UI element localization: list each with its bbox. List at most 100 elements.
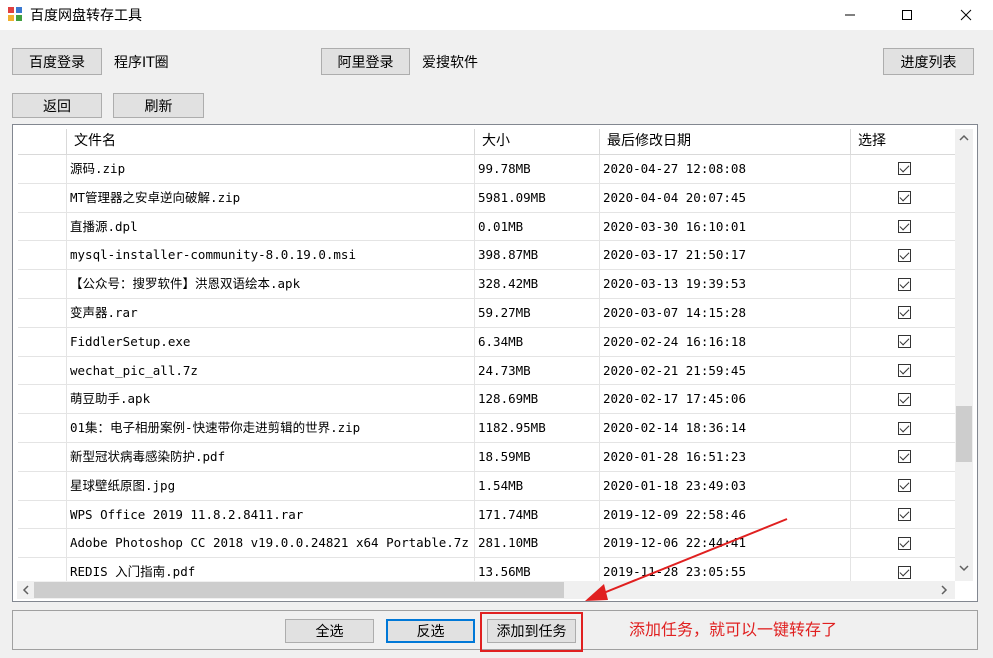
size-cell: 5981.09MB xyxy=(475,183,600,212)
column-header-date[interactable]: 最后修改日期 xyxy=(600,129,851,154)
size-cell: 281.10MB xyxy=(475,529,600,558)
scroll-down-icon[interactable] xyxy=(955,561,973,579)
row-header-cell[interactable] xyxy=(18,558,67,581)
row-header-cell[interactable] xyxy=(18,241,67,270)
date-cell: 2020-04-27 12:08:08 xyxy=(600,155,851,183)
checkbox-checked-icon[interactable] xyxy=(898,277,911,291)
size-cell: 13.56MB xyxy=(475,558,600,581)
size-cell: 328.42MB xyxy=(475,270,600,298)
checkbox-checked-icon[interactable] xyxy=(898,421,911,435)
select-cell xyxy=(851,270,955,298)
size-cell: 171.74MB xyxy=(475,500,600,529)
select-cell xyxy=(851,299,955,327)
select-cell xyxy=(851,241,955,269)
checkbox-checked-icon[interactable] xyxy=(898,392,911,406)
filename-cell: 【公众号：搜罗软件】洪恩双语绘本.apk xyxy=(67,270,475,298)
baidu-login-button[interactable]: 百度登录 xyxy=(12,48,102,75)
table-row[interactable]: mysql-installer-community-8.0.19.0.msi 39… xyxy=(18,241,955,271)
window-title: 百度网盘转存工具 xyxy=(30,8,142,24)
size-cell: 24.73MB xyxy=(475,356,600,385)
table-row[interactable]: 直播源.dpl 0.01MB 2020-03-30 16:10:01 xyxy=(18,212,955,242)
date-cell: 2020-02-17 17:45:06 xyxy=(600,385,851,414)
row-header-cell[interactable] xyxy=(18,327,67,356)
column-header-filename[interactable]: 文件名 xyxy=(67,129,475,154)
row-header-cell[interactable] xyxy=(18,270,67,298)
size-cell: 128.69MB xyxy=(475,385,600,414)
back-button[interactable]: 返回 xyxy=(12,93,102,118)
ali-login-button[interactable]: 阿里登录 xyxy=(321,48,410,75)
table-row[interactable]: Adobe Photoshop CC 2018 v19.0.0.24821 x6… xyxy=(18,529,955,559)
table-row[interactable]: 星球壁纸原图.jpg 1.54MB 2020-01-18 23:49:03 xyxy=(18,471,955,501)
table-row[interactable]: MT管理器之安卓逆向破解.zip 5981.09MB 2020-04-04 20:0… xyxy=(18,183,955,213)
filename-cell: 星球壁纸原图.jpg xyxy=(67,471,475,500)
checkbox-checked-icon[interactable] xyxy=(898,219,911,233)
table-row[interactable]: wechat_pic_all.7z 24.73MB 2020-02-21 21:59… xyxy=(18,356,955,386)
row-header-cell[interactable] xyxy=(18,500,67,529)
horizontal-scroll-thumb[interactable] xyxy=(34,582,564,598)
checkbox-checked-icon[interactable] xyxy=(898,191,911,205)
checkbox-checked-icon[interactable] xyxy=(898,306,911,320)
select-all-button[interactable]: 全选 xyxy=(285,619,374,643)
filename-cell: 01集：电子相册案例-快速带你走进剪辑的世界.zip xyxy=(67,414,475,442)
size-cell: 99.78MB xyxy=(475,155,600,183)
date-cell: 2020-04-04 20:07:45 xyxy=(600,183,851,212)
close-button[interactable] xyxy=(943,0,989,30)
table-row[interactable]: REDIS 入门指南.pdf 13.56MB 2019-11-28 23:05:55 xyxy=(18,558,955,581)
table-row[interactable]: FiddlerSetup.exe 6.34MB 2020-02-24 16:16:1… xyxy=(18,327,955,357)
progress-list-button[interactable]: 进度列表 xyxy=(883,48,974,75)
checkbox-checked-icon[interactable] xyxy=(898,363,911,377)
select-cell xyxy=(851,155,955,183)
scroll-right-icon[interactable] xyxy=(935,581,953,599)
row-header-cell[interactable] xyxy=(18,212,67,241)
maximize-button[interactable] xyxy=(884,0,930,30)
size-cell: 1182.95MB xyxy=(475,414,600,442)
row-header-cell[interactable] xyxy=(18,385,67,414)
checkbox-checked-icon[interactable] xyxy=(898,479,911,493)
table-row[interactable]: 源码.zip 99.78MB 2020-04-27 12:08:08 xyxy=(18,155,955,184)
column-header-size[interactable]: 大小 xyxy=(475,129,600,154)
vertical-scrollbar[interactable] xyxy=(955,129,973,581)
grid-body: 源码.zip 99.78MB 2020-04-27 12:08:08 MT管理器之安卓… xyxy=(18,155,955,581)
date-cell: 2020-01-28 16:51:23 xyxy=(600,442,851,471)
ali-user-label: 爱搜软件 xyxy=(422,55,478,71)
column-header-select[interactable]: 选择 xyxy=(851,129,955,154)
invert-selection-button[interactable]: 反选 xyxy=(386,619,475,643)
close-icon xyxy=(960,9,972,21)
file-grid[interactable]: 文件名 大小 最后修改日期 选择 源码.zip 99.78MB 2020-04-27… xyxy=(12,124,978,602)
checkbox-checked-icon[interactable] xyxy=(898,507,911,521)
checkbox-checked-icon[interactable] xyxy=(898,162,911,176)
row-header-cell[interactable] xyxy=(18,155,67,183)
date-cell: 2019-11-28 23:05:55 xyxy=(600,558,851,581)
select-cell xyxy=(851,184,955,212)
checkbox-checked-icon[interactable] xyxy=(898,565,911,579)
checkbox-checked-icon[interactable] xyxy=(898,450,911,464)
filename-cell: FiddlerSetup.exe xyxy=(67,327,475,356)
table-row[interactable]: 01集：电子相册案例-快速带你走进剪辑的世界.zip 1182.95MB 2020-… xyxy=(18,414,955,443)
table-row[interactable]: 萌豆助手.apk 128.69MB 2020-02-17 17:45:06 xyxy=(18,385,955,415)
row-header-cell[interactable] xyxy=(18,356,67,385)
row-header-cell[interactable] xyxy=(18,529,67,558)
checkbox-checked-icon[interactable] xyxy=(898,536,911,550)
table-row[interactable]: WPS Office 2019 11.8.2.8411.rar 171.74MB 2… xyxy=(18,500,955,530)
baidu-user-label: 程序IT圈 xyxy=(114,55,169,71)
table-row[interactable]: 【公众号：搜罗软件】洪恩双语绘本.apk 328.42MB 2020-03-13 1… xyxy=(18,270,955,299)
scroll-left-icon[interactable] xyxy=(17,581,35,599)
date-cell: 2020-02-14 18:36:14 xyxy=(600,414,851,442)
row-header-cell[interactable] xyxy=(18,414,67,442)
table-row[interactable]: 新型冠状病毒感染防护.pdf 18.59MB 2020-01-28 16:51:23 xyxy=(18,442,955,472)
row-header-cell[interactable] xyxy=(18,442,67,471)
minimize-button[interactable] xyxy=(827,0,873,30)
row-header-cell[interactable] xyxy=(18,298,67,327)
row-header-corner xyxy=(18,129,67,154)
checkbox-checked-icon[interactable] xyxy=(898,335,911,349)
table-row[interactable]: 变声器.rar 59.27MB 2020-03-07 14:15:28 xyxy=(18,298,955,328)
filename-cell: 萌豆助手.apk xyxy=(67,385,475,414)
select-cell xyxy=(851,558,955,581)
vertical-scroll-thumb[interactable] xyxy=(956,406,972,462)
row-header-cell[interactable] xyxy=(18,183,67,212)
checkbox-checked-icon[interactable] xyxy=(898,248,911,262)
refresh-button[interactable]: 刷新 xyxy=(113,93,204,118)
scroll-up-icon[interactable] xyxy=(955,131,973,149)
row-header-cell[interactable] xyxy=(18,471,67,500)
horizontal-scrollbar[interactable] xyxy=(17,581,955,599)
